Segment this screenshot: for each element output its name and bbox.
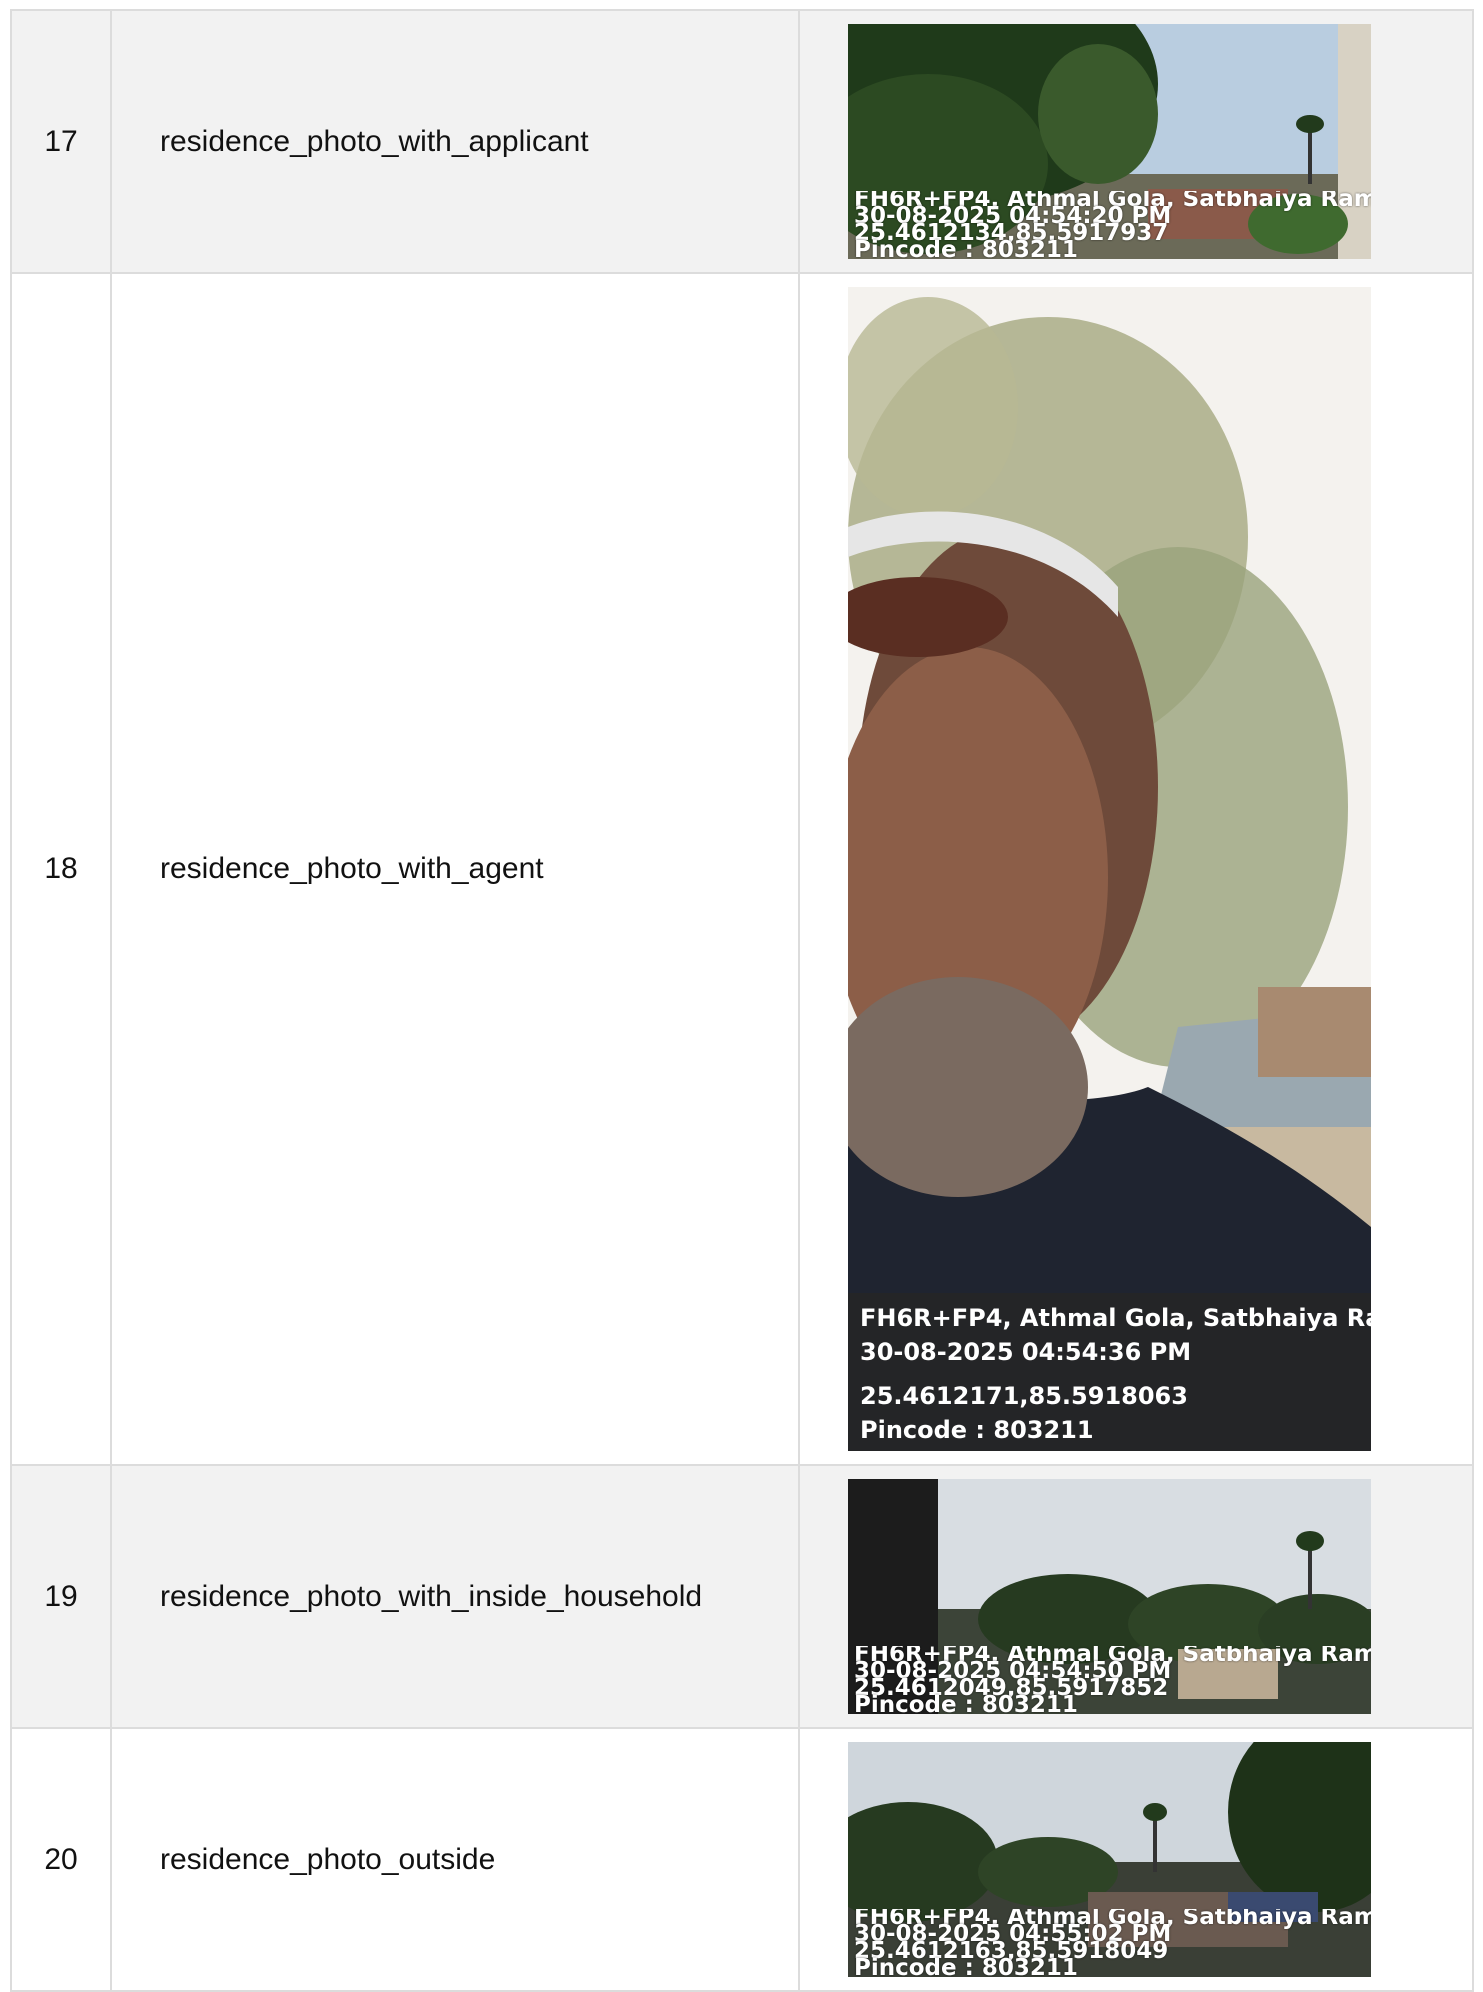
- row-number: 17: [10, 9, 112, 274]
- photo-geotag-overlay: FH6R+FP4, Athmal Gola, Satbhaiya Ram Nag…: [854, 1646, 1371, 1714]
- photo-cell: FH6R+FP4, Athmal Gola, Satbhaiya Ram Nag…: [798, 1727, 1474, 1992]
- residence-photo[interactable]: FH6R+FP4, Athmal Gola, Satbhaiya Ram Nag…: [848, 1479, 1371, 1714]
- photo-cell: FH6R+FP4, Athmal Gola, Satbhaiya Ram Nag…: [798, 1464, 1474, 1729]
- field-name: residence_photo_with_inside_household: [110, 1464, 800, 1729]
- table-row: 17 residence_photo_with_applicant FH6R+F…: [10, 9, 1474, 274]
- photo-geotag-overlay: FH6R+FP4, Athmal Gola, Satbhaiya Ram Nag…: [854, 1909, 1371, 1977]
- photo-cell: FH6R+FP4, Athmal Gola, Satbhaiya Ram Nag…: [798, 9, 1474, 274]
- photo-scene-selfie: [848, 287, 1371, 1451]
- row-number: 20: [10, 1727, 112, 1992]
- field-name: residence_photo_outside: [110, 1727, 800, 1992]
- photo-geotag-overlay: FH6R+FP4, Athmal Gola, Satbhaiya Ram Nag…: [848, 1293, 1371, 1451]
- field-name: residence_photo_with_agent: [110, 272, 800, 1466]
- table-row: 19 residence_photo_with_inside_household…: [10, 1464, 1474, 1729]
- residence-photo[interactable]: FH6R+FP4, Athmal Gola, Satbhaiya Ram Nag…: [848, 1742, 1371, 1977]
- table-row: 18 residence_photo_with_agent FH6R+FP4, …: [10, 272, 1474, 1466]
- photo-geotag-overlay: FH6R+FP4, Athmal Gola, Satbhaiya Ram Nag…: [854, 191, 1371, 259]
- residence-photo[interactable]: FH6R+FP4, Athmal Gola, Satbhaiya Ram Nag…: [848, 287, 1371, 1451]
- photo-cell: FH6R+FP4, Athmal Gola, Satbhaiya Ram Nag…: [798, 272, 1474, 1466]
- row-number: 18: [10, 272, 112, 1466]
- row-number: 19: [10, 1464, 112, 1729]
- field-name: residence_photo_with_applicant: [110, 9, 800, 274]
- table-row: 20 residence_photo_outside FH6R+FP4, Ath…: [10, 1727, 1474, 1992]
- photo-table: 17 residence_photo_with_applicant FH6R+F…: [10, 9, 1474, 1992]
- residence-photo[interactable]: FH6R+FP4, Athmal Gola, Satbhaiya Ram Nag…: [848, 24, 1371, 259]
